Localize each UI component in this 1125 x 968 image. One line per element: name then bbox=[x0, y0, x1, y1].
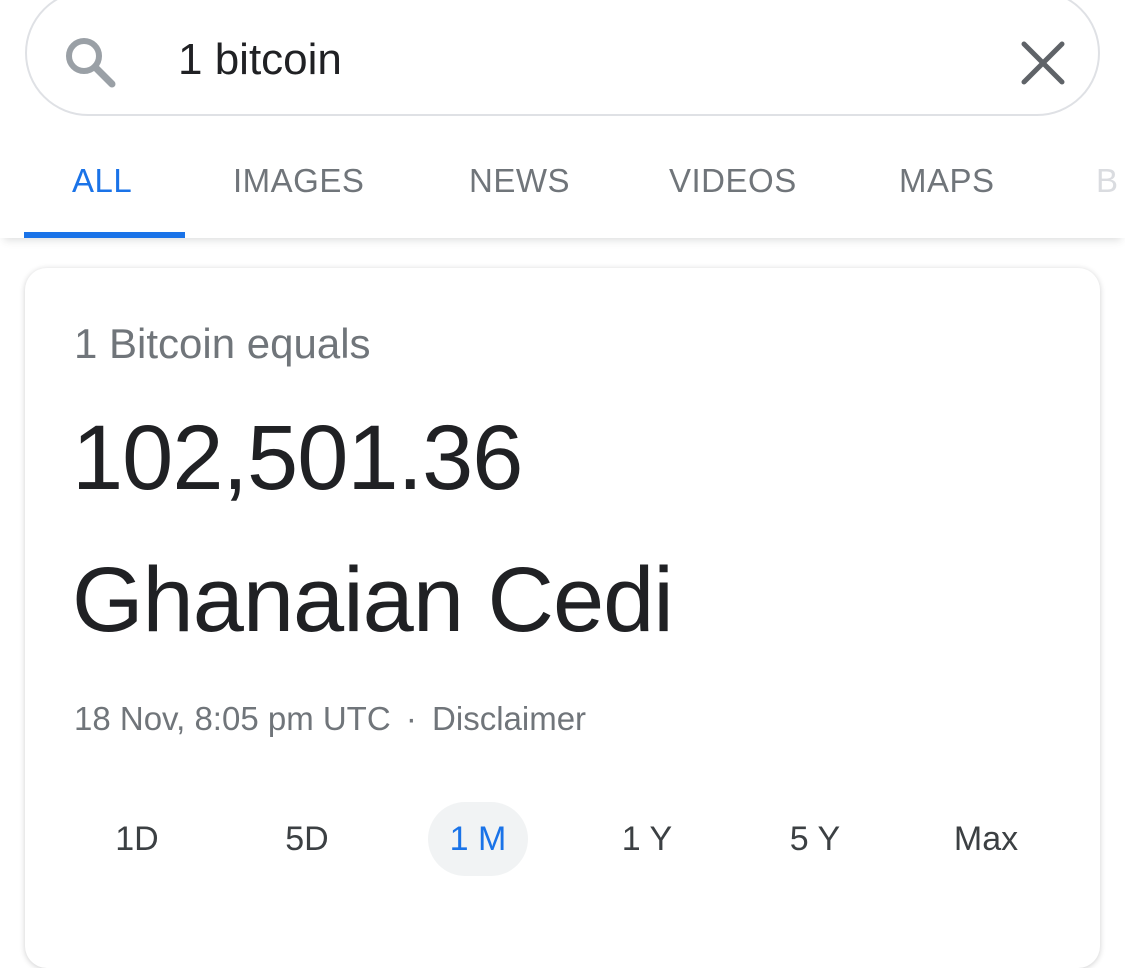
separator: · bbox=[405, 700, 417, 737]
tab-all[interactable]: ALL bbox=[72, 162, 132, 200]
timestamp: 18 Nov, 8:05 pm UTC bbox=[74, 700, 391, 737]
search-bar[interactable] bbox=[25, 0, 1100, 116]
tab-maps[interactable]: MAPS bbox=[899, 162, 995, 200]
range-max[interactable]: Max bbox=[941, 802, 1031, 876]
equals-label: 1 Bitcoin equals bbox=[74, 320, 371, 367]
tab-videos[interactable]: VIDEOS bbox=[669, 162, 797, 200]
active-tab-indicator bbox=[24, 232, 185, 238]
range-5d[interactable]: 5D bbox=[267, 802, 347, 876]
close-icon[interactable] bbox=[1018, 38, 1068, 88]
range-1m[interactable]: 1 M bbox=[428, 802, 528, 876]
result-value: 102,501.36 bbox=[72, 407, 523, 509]
tab-images[interactable]: IMAGES bbox=[233, 162, 364, 200]
currency-converter-card: 1 Bitcoin equals 102,501.36 Ghanaian Ced… bbox=[25, 268, 1100, 968]
disclaimer-link[interactable]: Disclaimer bbox=[432, 700, 586, 737]
range-1d[interactable]: 1D bbox=[97, 802, 177, 876]
tab-news[interactable]: NEWS bbox=[469, 162, 570, 200]
range-5y[interactable]: 5 Y bbox=[775, 802, 855, 876]
timestamp-row: 18 Nov, 8:05 pm UTC · Disclaimer bbox=[74, 700, 586, 738]
search-icon bbox=[66, 38, 116, 88]
range-1y[interactable]: 1 Y bbox=[607, 802, 687, 876]
search-input[interactable] bbox=[178, 30, 958, 90]
search-tabs: ALL IMAGES NEWS VIDEOS MAPS B bbox=[0, 118, 1125, 238]
tab-books-partial[interactable]: B bbox=[1096, 162, 1119, 200]
result-currency: Ghanaian Cedi bbox=[72, 549, 674, 651]
